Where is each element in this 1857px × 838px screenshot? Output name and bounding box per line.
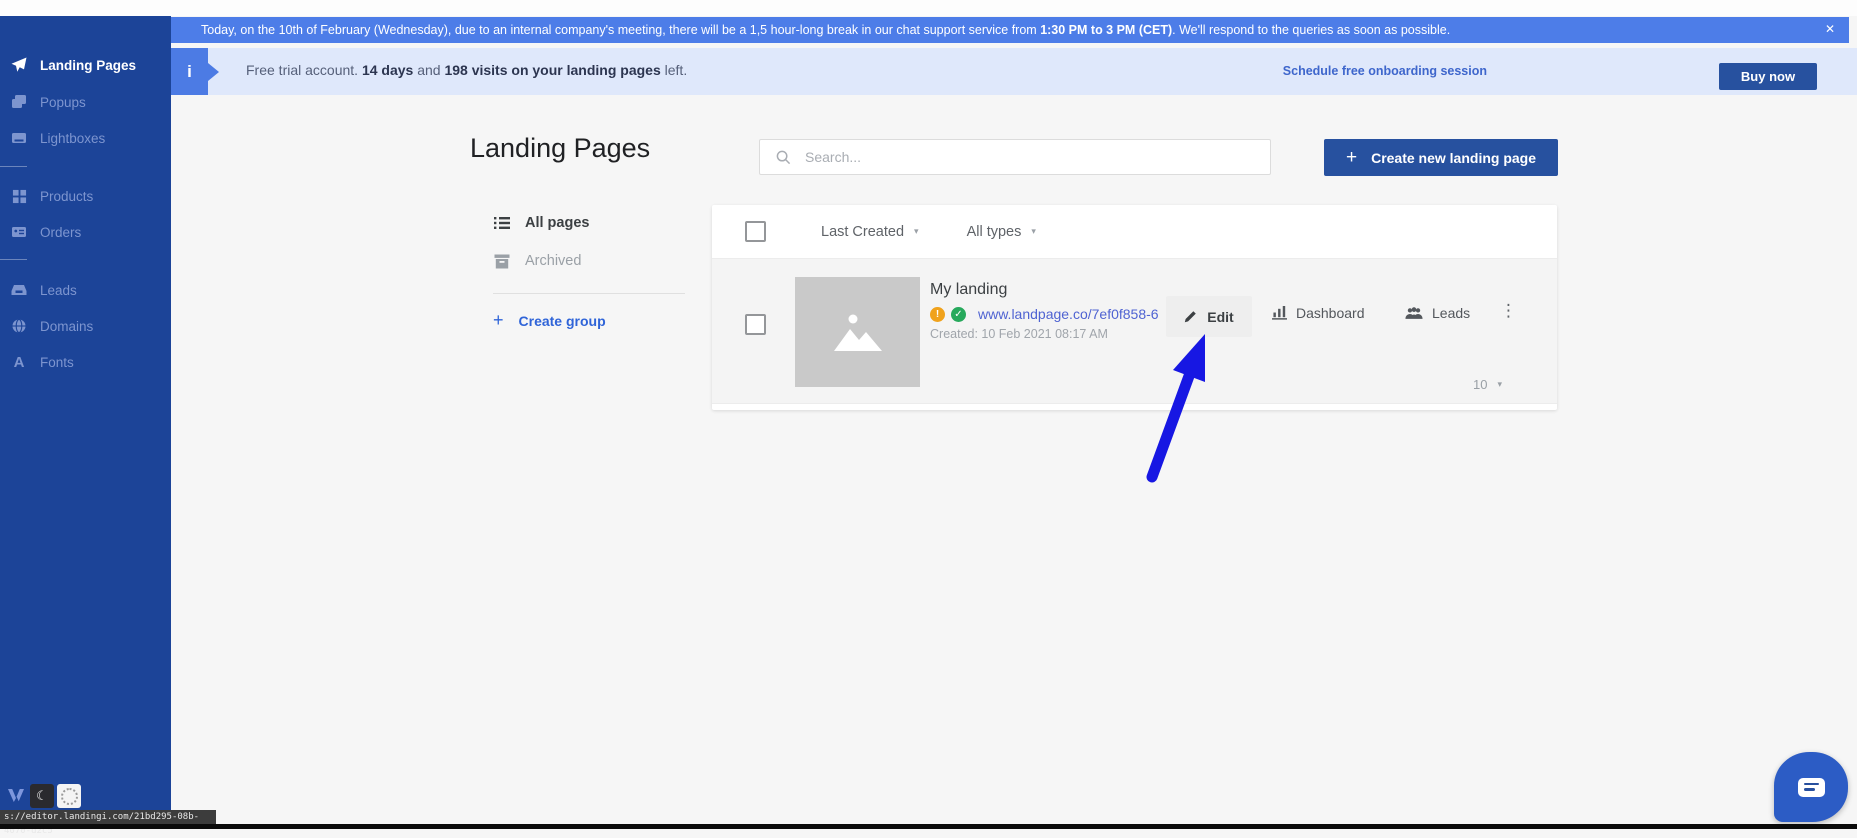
filter-label: Archived bbox=[525, 253, 581, 269]
filter-label: All pages bbox=[525, 215, 589, 231]
sidebar-divider bbox=[0, 259, 27, 260]
paper-plane-icon bbox=[10, 56, 28, 74]
sidebar-item-products[interactable]: Products bbox=[0, 179, 171, 213]
filter-archived[interactable]: Archived bbox=[493, 252, 581, 270]
type-filter-dropdown[interactable]: All types ▾ bbox=[967, 224, 1036, 240]
sidebar-item-fonts[interactable]: A Fonts bbox=[0, 345, 171, 379]
buy-now-button[interactable]: Buy now bbox=[1719, 63, 1817, 90]
sidebar-item-label: Domains bbox=[40, 319, 93, 334]
create-group-label: Create group bbox=[519, 313, 606, 329]
notice-banner: Today, on the 10th of February (Wednesda… bbox=[171, 17, 1849, 43]
type-filter-label: All types bbox=[967, 224, 1022, 240]
sidebar-item-label: Leads bbox=[40, 283, 77, 298]
moon-icon: ☾ bbox=[36, 788, 48, 804]
chevron-down-icon: ▾ bbox=[1497, 379, 1502, 390]
filter-divider bbox=[493, 293, 685, 294]
chat-icon bbox=[1798, 778, 1825, 797]
list-footer: 10 ▾ bbox=[712, 358, 1557, 410]
warning-badge-icon: ! bbox=[930, 307, 945, 322]
sort-label: Last Created bbox=[821, 224, 904, 240]
create-landing-page-button[interactable]: + Create new landing page bbox=[1324, 139, 1558, 176]
sidebar-item-leads[interactable]: Leads bbox=[0, 273, 171, 307]
sidebar-item-lightboxes[interactable]: Lightboxes bbox=[0, 121, 171, 155]
schedule-onboarding-link[interactable]: Schedule free onboarding session bbox=[1283, 64, 1487, 78]
products-icon bbox=[10, 187, 28, 205]
sidebar-item-label: Fonts bbox=[40, 355, 74, 370]
sidebar-divider bbox=[0, 166, 27, 167]
search-icon bbox=[776, 150, 791, 165]
page-meta: ! ✓ www.landpage.co/7ef0f858-6 bbox=[930, 305, 1159, 323]
theme-toggle[interactable] bbox=[57, 784, 81, 808]
leads-label: Leads bbox=[1432, 305, 1470, 321]
sidebar-footer: ☾ bbox=[0, 784, 171, 810]
sidebar-item-label: Orders bbox=[40, 225, 81, 240]
sidebar-item-label: Products bbox=[40, 189, 93, 204]
archive-icon bbox=[493, 252, 511, 270]
link-status-tooltip: s://editor.landingi.com/21bd295-08b-4070… bbox=[0, 810, 216, 824]
sidebar-item-label: Lightboxes bbox=[40, 131, 105, 146]
brand-logo-icon bbox=[8, 789, 24, 802]
sidebar: Landing Pages Popups Lightboxes Products… bbox=[0, 16, 171, 824]
top-strip bbox=[0, 0, 1857, 16]
created-timestamp: Created: 10 Feb 2021 08:17 AM bbox=[930, 327, 1108, 341]
orders-icon bbox=[10, 223, 28, 241]
sidebar-item-label: Popups bbox=[40, 95, 86, 110]
page-url-link[interactable]: www.landpage.co/7ef0f858-6 bbox=[978, 306, 1159, 322]
sidebar-item-orders[interactable]: Orders bbox=[0, 215, 171, 249]
pencil-icon bbox=[1184, 310, 1197, 323]
sidebar-item-label: Landing Pages bbox=[40, 58, 136, 73]
edit-button[interactable]: Edit bbox=[1166, 296, 1252, 337]
sidebar-item-landing-pages[interactable]: Landing Pages bbox=[0, 48, 171, 82]
close-icon[interactable]: ✕ bbox=[1825, 22, 1835, 36]
letter-a-icon: A bbox=[10, 353, 28, 371]
landing-pages-card: Last Created ▾ All types ▾ My landing ! … bbox=[712, 205, 1557, 410]
search-input[interactable] bbox=[803, 148, 1270, 166]
popup-icon bbox=[10, 93, 28, 111]
notice-text: Today, on the 10th of February (Wednesda… bbox=[201, 23, 1450, 37]
list-toolbar: Last Created ▾ All types ▾ bbox=[712, 205, 1557, 258]
search-box bbox=[759, 139, 1271, 175]
people-icon bbox=[1405, 307, 1423, 320]
per-page-value: 10 bbox=[1473, 377, 1487, 392]
info-icon: i bbox=[187, 62, 192, 82]
filter-all-pages[interactable]: All pages bbox=[493, 214, 589, 232]
per-page-dropdown[interactable]: 10 ▾ bbox=[1473, 377, 1502, 392]
row-checkbox[interactable] bbox=[745, 314, 766, 335]
dashboard-label: Dashboard bbox=[1296, 305, 1365, 321]
chevron-down-icon: ▾ bbox=[914, 226, 919, 237]
globe-icon bbox=[10, 317, 28, 335]
plus-icon: + bbox=[493, 310, 504, 331]
inbox-icon bbox=[10, 281, 28, 299]
create-group-link[interactable]: + Create group bbox=[493, 310, 606, 331]
sidebar-item-domains[interactable]: Domains bbox=[0, 309, 171, 343]
lightbox-icon bbox=[10, 129, 28, 147]
sidebar-item-popups[interactable]: Popups bbox=[0, 85, 171, 119]
chevron-down-icon: ▾ bbox=[1031, 226, 1036, 237]
dashboard-button[interactable]: Dashboard bbox=[1272, 305, 1365, 321]
trial-text: Free trial account. 14 days and 198 visi… bbox=[246, 62, 687, 78]
plus-icon: + bbox=[1346, 147, 1357, 169]
sort-dropdown[interactable]: Last Created ▾ bbox=[821, 224, 919, 240]
image-placeholder-icon bbox=[826, 309, 890, 355]
trial-banner: i Free trial account. 14 days and 198 vi… bbox=[171, 48, 1857, 95]
circle-icon bbox=[61, 788, 78, 805]
dark-mode-toggle[interactable]: ☾ bbox=[30, 784, 54, 808]
leads-button[interactable]: Leads bbox=[1405, 305, 1470, 321]
bar-chart-icon bbox=[1272, 306, 1287, 320]
page-name[interactable]: My landing bbox=[930, 281, 1007, 299]
bottom-strip bbox=[0, 824, 1857, 829]
page-title: Landing Pages bbox=[470, 133, 650, 164]
kebab-menu-icon[interactable]: ⋮ bbox=[1500, 301, 1517, 321]
list-icon bbox=[493, 214, 511, 232]
published-badge-icon: ✓ bbox=[951, 307, 966, 322]
select-all-checkbox[interactable] bbox=[745, 221, 766, 242]
chat-widget-button[interactable] bbox=[1774, 752, 1848, 822]
info-tab: i bbox=[171, 48, 208, 95]
